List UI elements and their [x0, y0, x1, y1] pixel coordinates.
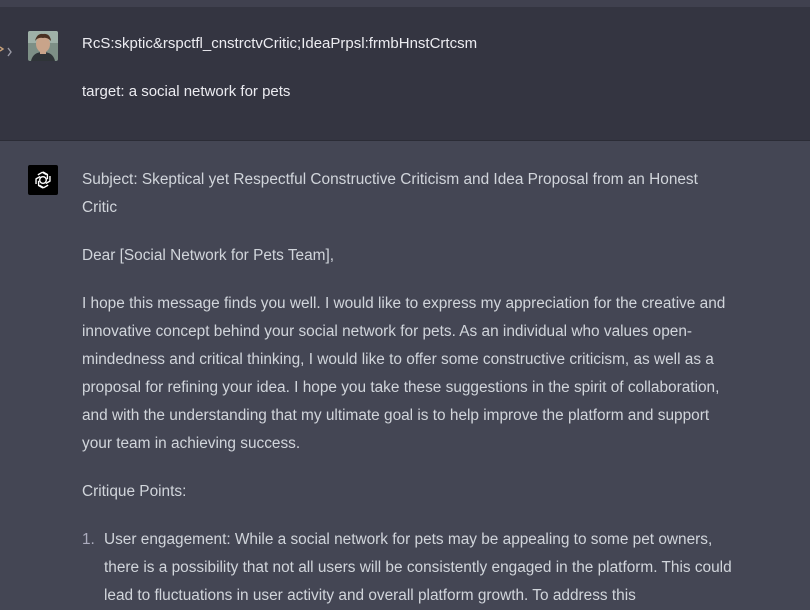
critique-heading: Critique Points: — [82, 483, 187, 500]
list-item: 1. User engagement: While a social netwo… — [82, 526, 737, 610]
user-message-line: RcS:skptic&rspctfl_cnstrctvCritic;IdeaPr… — [82, 35, 478, 52]
list-item-number: 1. — [82, 531, 95, 548]
user-message-text: RcS:skptic&rspctfl_cnstrctvCritic;IdeaPr… — [82, 33, 782, 129]
openai-logo-icon — [28, 165, 58, 195]
user-message-block: RcS:skptic&rspctfl_cnstrctvCritic;IdeaPr… — [0, 7, 810, 141]
critique-list: 1. User engagement: While a social netwo… — [82, 526, 737, 610]
top-strip — [0, 0, 810, 7]
assistant-message-text: Subject: Skeptical yet Respectful Constr… — [82, 166, 737, 610]
list-item-text: User engagement: While a social network … — [104, 531, 732, 604]
email-greeting: Dear [Social Network for Pets Team], — [82, 247, 335, 264]
chevron-right-icon[interactable] — [0, 41, 16, 63]
assistant-message-block: Subject: Skeptical yet Respectful Constr… — [0, 141, 810, 604]
user-message-target: target: a social network for pets — [82, 83, 291, 100]
user-avatar — [28, 31, 58, 61]
email-subject: Subject: Skeptical yet Respectful Constr… — [82, 171, 698, 216]
email-intro: I hope this message finds you well. I wo… — [82, 295, 726, 452]
